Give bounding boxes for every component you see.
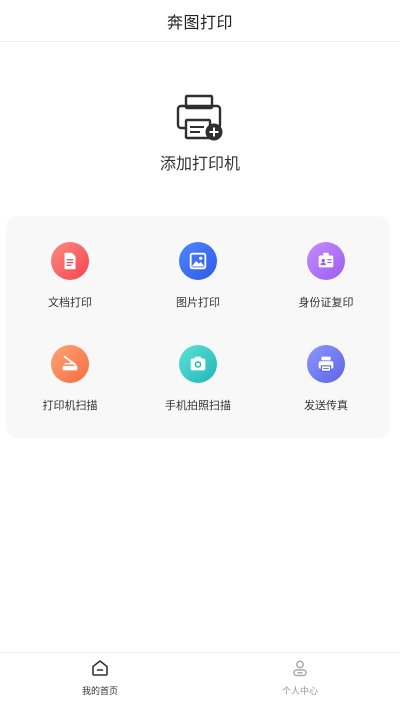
fax-printer-icon (318, 356, 334, 372)
tab-profile-label: 个人中心 (281, 687, 318, 697)
document-icon (64, 252, 76, 269)
id-card-icon (318, 252, 334, 267)
bottom-tab-bar: 我的首页 个人中心 (0, 652, 400, 702)
feature-label: 图片打印 (176, 295, 220, 309)
feature-circle (51, 241, 89, 280)
camera-icon (190, 356, 206, 370)
feature-circle (51, 344, 89, 383)
feature-label: 发送传真 (304, 398, 348, 412)
tab-profile[interactable]: 个人中心 (200, 653, 400, 702)
feature-document-print[interactable]: 文档打印 (6, 224, 134, 327)
image-icon (189, 252, 207, 269)
home-icon (92, 660, 108, 676)
feature-send-fax[interactable]: 发送传真 (262, 327, 390, 430)
features-panel: 文档打印 图片打印 身份证复印 打印机扫描 手机拍照扫描 发送传真 (6, 216, 390, 438)
feature-circle (307, 241, 345, 280)
add-printer-button[interactable]: 添加打印机 (0, 92, 400, 174)
page-title: 奔图打印 (166, 12, 233, 32)
feature-circle (307, 344, 345, 383)
feature-label: 打印机扫描 (42, 398, 98, 412)
feature-label: 身份证复印 (298, 295, 354, 309)
tab-home[interactable]: 我的首页 (0, 653, 200, 702)
printer-add-icon (174, 92, 226, 144)
user-icon (293, 660, 307, 677)
feature-circle (179, 241, 217, 280)
feature-label: 手机拍照扫描 (165, 398, 231, 412)
feature-printer-scan[interactable]: 打印机扫描 (6, 327, 134, 430)
scanner-icon (62, 355, 78, 370)
feature-circle (179, 344, 217, 383)
add-printer-label: 添加打印机 (159, 154, 240, 173)
title-bar: 奔图打印 (0, 0, 400, 42)
feature-label: 文档打印 (48, 295, 92, 309)
feature-phone-photo-scan[interactable]: 手机拍照扫描 (134, 327, 262, 430)
feature-id-card-copy[interactable]: 身份证复印 (262, 224, 390, 327)
feature-image-print[interactable]: 图片打印 (134, 224, 262, 327)
tab-home-label: 我的首页 (81, 687, 118, 697)
